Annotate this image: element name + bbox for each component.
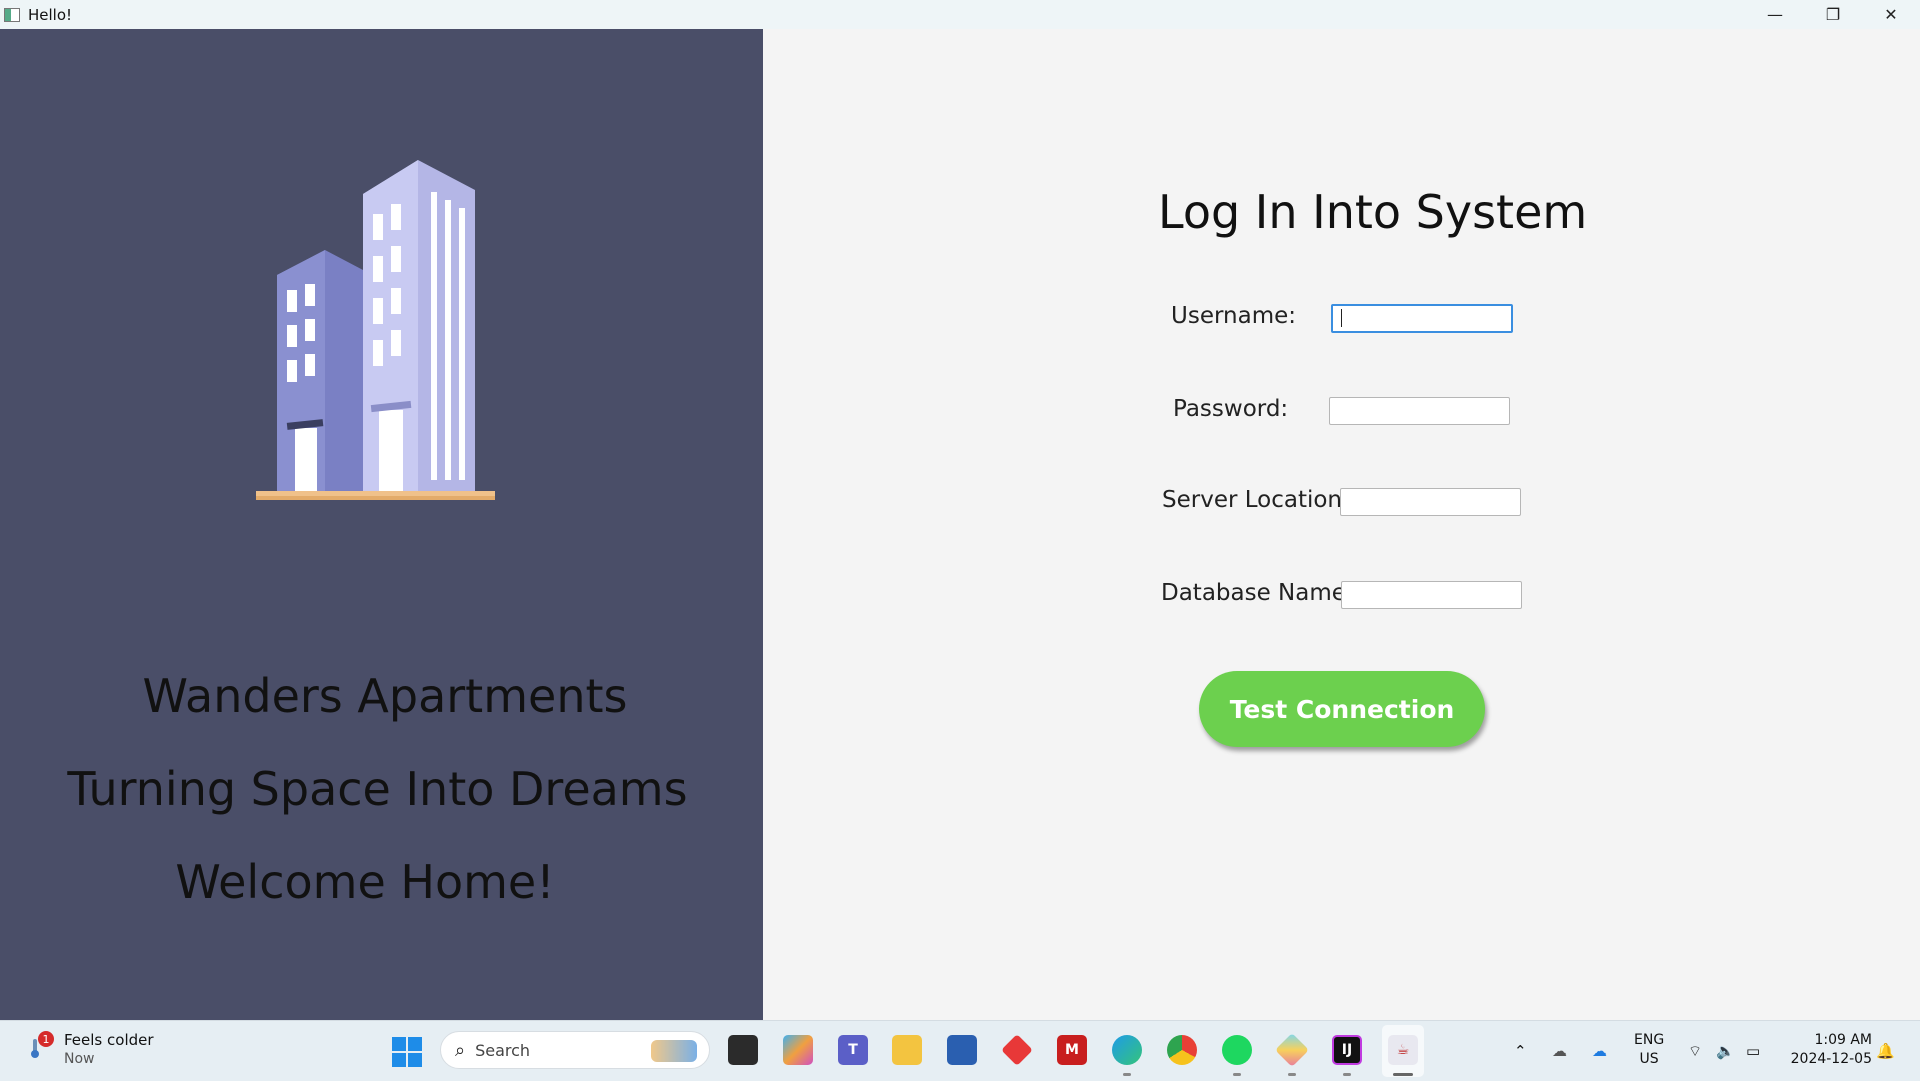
running-indicator [1288, 1073, 1296, 1076]
region-code: US [1639, 1051, 1659, 1067]
search-placeholder: Search [475, 1040, 531, 1060]
brand-name: Wanders Apartments [142, 669, 628, 723]
copilot-icon[interactable] [783, 1035, 813, 1065]
diamond-app-icon[interactable] [1001, 1034, 1033, 1066]
login-panel [763, 29, 1920, 1020]
username-label: Username: [1171, 303, 1296, 329]
minimize-button[interactable]: — [1746, 0, 1804, 29]
weather-widget[interactable]: 1 Feels colder Now [24, 1031, 154, 1069]
intellij-icon[interactable]: IJ [1332, 1035, 1362, 1065]
text-caret [1341, 309, 1342, 327]
language-code: ENG [1634, 1032, 1665, 1048]
notification-badge: 1 [38, 1031, 54, 1047]
database-name-label: Database Name: [1161, 580, 1354, 606]
system-clock[interactable]: 1:09 AM 2024-12-05 [1784, 1031, 1872, 1069]
pinwheel-icon[interactable] [1275, 1033, 1309, 1067]
username-input[interactable] [1331, 304, 1513, 333]
task-view-icon[interactable] [728, 1035, 758, 1065]
running-indicator [1233, 1073, 1241, 1076]
spotify-icon[interactable] [1222, 1035, 1252, 1065]
search-highlight-icon [651, 1040, 697, 1062]
test-connection-button[interactable]: Test Connection [1199, 671, 1485, 747]
clock-date: 2024-12-05 [1790, 1051, 1872, 1067]
notification-bell-icon[interactable]: 🔔 [1876, 1021, 1895, 1081]
java-app-icon[interactable]: ☕ [1388, 1035, 1418, 1065]
language-indicator[interactable]: ENG US [1634, 1031, 1664, 1069]
chrome-icon[interactable] [1167, 1035, 1197, 1065]
weather-icon: 1 [24, 1031, 54, 1059]
wifi-icon[interactable]: ⌔ [1688, 1021, 1702, 1081]
taskbar-search[interactable]: ⌕ Search [440, 1031, 710, 1069]
running-indicator [1343, 1073, 1351, 1076]
battery-icon[interactable]: ▭ [1746, 1021, 1760, 1081]
weather-text: Feels colder [64, 1031, 154, 1049]
running-indicator [1123, 1073, 1131, 1076]
database-name-input[interactable] [1341, 581, 1522, 609]
close-button[interactable]: ✕ [1862, 0, 1920, 29]
brand-slogan: Turning Space Into Dreams [67, 762, 688, 816]
server-location-input[interactable] [1340, 488, 1521, 516]
login-heading: Log In Into System [1158, 185, 1588, 239]
mcafee-icon[interactable]: M [1057, 1035, 1087, 1065]
file-explorer-icon[interactable] [892, 1035, 922, 1065]
password-input[interactable] [1329, 397, 1510, 425]
show-hidden-icons-chevron-icon[interactable]: ⌃ [1514, 1021, 1527, 1081]
windows-taskbar: 1 Feels colder Now ⌕ Search T M IJ ☕ ⌃ ☁… [0, 1020, 1920, 1081]
window-controls: — ❐ ✕ [1746, 0, 1920, 29]
volume-icon[interactable]: 🔈 [1716, 1021, 1735, 1081]
server-location-label: Server Location: [1162, 487, 1350, 513]
maximize-button[interactable]: ❐ [1804, 0, 1862, 29]
cloud-icon[interactable]: ☁ [1552, 1021, 1567, 1081]
active-indicator [1393, 1073, 1413, 1076]
apartment-building-icon [256, 160, 495, 500]
weather-time: Now [64, 1051, 95, 1067]
app-window-icon [4, 7, 20, 22]
branding-panel: Wanders Apartments Turning Space Into Dr… [0, 29, 763, 1020]
window-titlebar: Hello! — ❐ ✕ [0, 0, 1920, 29]
password-label: Password: [1173, 396, 1289, 422]
store-icon[interactable] [947, 1035, 977, 1065]
windows-start-icon[interactable] [392, 1037, 422, 1067]
teams-icon[interactable]: T [838, 1035, 868, 1065]
clock-time: 1:09 AM [1814, 1032, 1872, 1048]
welcome-message: Welcome Home! [175, 855, 555, 909]
window-title: Hello! [28, 5, 73, 24]
search-icon: ⌕ [455, 1039, 466, 1061]
edge-icon[interactable] [1112, 1035, 1142, 1065]
onedrive-icon[interactable]: ☁ [1592, 1021, 1607, 1081]
